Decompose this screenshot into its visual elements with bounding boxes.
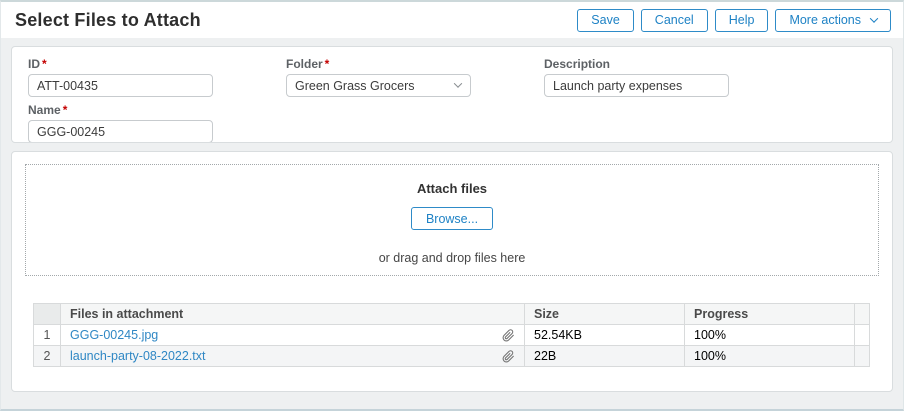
folder-field-group: Folder* Green Grass Grocers: [286, 55, 471, 97]
id-label: ID*: [28, 57, 213, 71]
folder-label: Folder*: [286, 57, 471, 71]
empty-cell: [855, 325, 870, 346]
files-table: Files in attachment Size Progress 1 GGG-…: [33, 303, 870, 367]
chevron-down-icon: [454, 79, 462, 87]
name-input[interactable]: [28, 120, 213, 143]
file-link[interactable]: launch-party-08-2022.txt: [70, 349, 206, 363]
chevron-down-icon: [870, 14, 878, 22]
row-number: 1: [34, 325, 61, 346]
progress-cell: 100%: [685, 346, 855, 367]
file-cell: GGG-00245.jpg: [61, 325, 525, 346]
form-grid: ID* Folder* Green Grass Grocers Descript…: [28, 55, 876, 143]
attach-files-heading: Attach files: [26, 181, 878, 196]
paperclip-icon: [502, 329, 515, 342]
details-form-panel: ID* Folder* Green Grass Grocers Descript…: [11, 46, 893, 143]
name-field-group: Name*: [28, 101, 213, 143]
table-row[interactable]: 2 launch-party-08-2022.txt 22B 100%: [34, 346, 870, 367]
file-dropzone[interactable]: Attach files Browse... or drag and drop …: [25, 164, 879, 276]
folder-select[interactable]: Green Grass Grocers: [286, 74, 471, 97]
paperclip-icon: [502, 350, 515, 363]
name-label: Name*: [28, 103, 213, 117]
empty-cell: [855, 346, 870, 367]
id-input[interactable]: [28, 74, 213, 97]
size-cell: 52.54KB: [525, 325, 685, 346]
required-marker: *: [63, 103, 68, 117]
page-title: Select Files to Attach: [15, 10, 201, 31]
files-column-header: Files in attachment: [61, 304, 525, 325]
required-marker: *: [325, 57, 330, 71]
folder-select-value: Green Grass Grocers: [295, 79, 414, 93]
header-actions: Save Cancel Help More actions: [577, 9, 891, 32]
help-button[interactable]: Help: [715, 9, 769, 32]
more-actions-button[interactable]: More actions: [775, 9, 891, 32]
description-input[interactable]: [544, 74, 729, 97]
browse-button[interactable]: Browse...: [411, 207, 493, 230]
required-marker: *: [42, 57, 47, 71]
page-header: Select Files to Attach Save Cancel Help …: [1, 2, 903, 38]
size-cell: 22B: [525, 346, 685, 367]
save-button[interactable]: Save: [577, 9, 634, 32]
description-label: Description: [544, 57, 729, 71]
cancel-button[interactable]: Cancel: [641, 9, 708, 32]
file-link[interactable]: GGG-00245.jpg: [70, 328, 158, 342]
description-field-group: Description: [544, 55, 729, 97]
table-header-row: Files in attachment Size Progress: [34, 304, 870, 325]
progress-column-header: Progress: [685, 304, 855, 325]
row-number-header: [34, 304, 61, 325]
drag-drop-hint: or drag and drop files here: [26, 251, 878, 265]
table-row[interactable]: 1 GGG-00245.jpg 52.54KB 100%: [34, 325, 870, 346]
row-number: 2: [34, 346, 61, 367]
files-table-container: Files in attachment Size Progress 1 GGG-…: [33, 303, 879, 367]
attachments-panel: Attach files Browse... or drag and drop …: [11, 151, 893, 392]
more-actions-label: More actions: [789, 13, 861, 27]
file-cell: launch-party-08-2022.txt: [61, 346, 525, 367]
select-files-window: Select Files to Attach Save Cancel Help …: [0, 0, 904, 411]
id-field-group: ID*: [28, 55, 213, 97]
size-column-header: Size: [525, 304, 685, 325]
progress-cell: 100%: [685, 325, 855, 346]
empty-column-header: [855, 304, 870, 325]
